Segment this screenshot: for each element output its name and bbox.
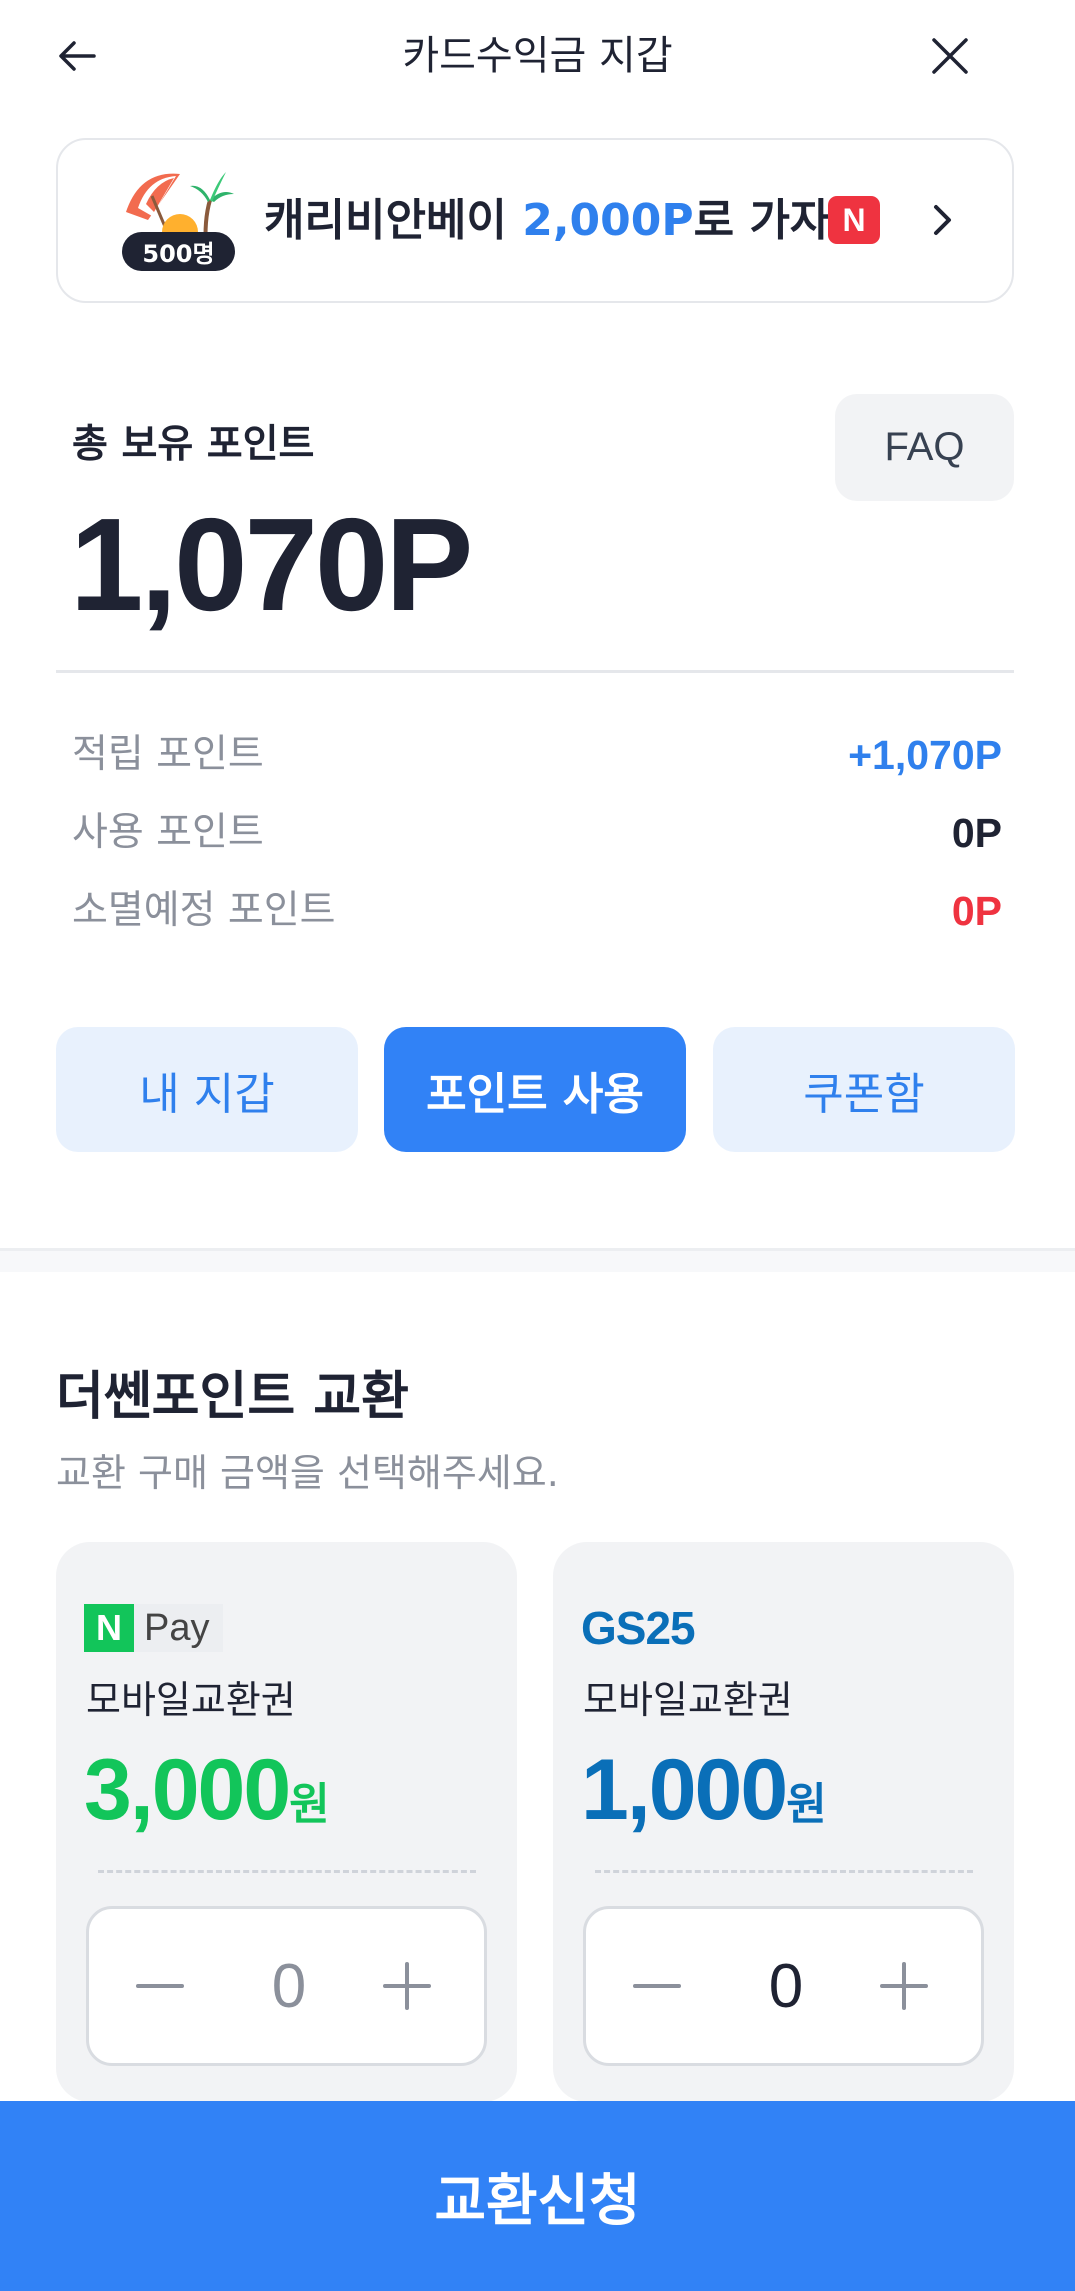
expiring-points-value: 0P	[951, 888, 1002, 934]
plus-icon	[383, 1962, 431, 2010]
npay-n-icon: N	[84, 1604, 134, 1652]
banner-text-highlight: 2,000P	[522, 195, 694, 246]
exchange-section-subtitle: 교환 구매 금액을 선택해주세요.	[56, 1451, 559, 1495]
faq-button[interactable]: FAQ	[835, 394, 1014, 501]
page-title: 카드수익금 지갑	[402, 33, 673, 79]
total-points-label: 총 보유 포인트	[72, 422, 315, 467]
increase-button[interactable]	[867, 1949, 941, 2023]
voucher-unit: 원	[289, 1779, 330, 1830]
used-points-value: 0P	[951, 810, 1002, 856]
use-points-button[interactable]: 포인트 사용	[384, 1027, 686, 1152]
banner-text-after: 로 가자!	[693, 195, 851, 246]
close-button[interactable]	[922, 28, 978, 84]
dashed-divider	[98, 1870, 476, 1873]
minus-icon	[633, 1984, 681, 1988]
divider	[56, 670, 1014, 673]
minus-icon	[136, 1984, 184, 1988]
app-header: 카드수익금 지갑	[0, 0, 1075, 110]
quantity-stepper: 0	[583, 1906, 984, 2066]
exchange-section-title: 더쎈포인트 교환	[56, 1367, 409, 1427]
quantity-value: 0	[271, 1952, 307, 2021]
exchange-request-button[interactable]: 교환신청	[0, 2101, 1075, 2291]
decrease-button[interactable]	[123, 1949, 197, 2023]
gs25-logo-text: GS25	[581, 1602, 696, 1654]
earned-points-label: 적립 포인트	[72, 732, 264, 777]
total-points-value: 1,070P	[70, 491, 473, 638]
chevron-right-icon	[920, 198, 964, 242]
npay-pay-text: Pay	[134, 1604, 224, 1652]
voucher-amount: 1,000	[581, 1742, 788, 1838]
gs25-logo: GS25	[581, 1602, 696, 1654]
banner-text-before: 캐리비안베이	[264, 195, 523, 246]
voucher-price: 1,000원	[581, 1742, 827, 1862]
promo-banner[interactable]: 500명 캐리비안베이 2,000P로 가자! N	[56, 138, 1014, 303]
expiring-points-label: 소멸예정 포인트	[72, 888, 336, 933]
expiring-points-row: 소멸예정 포인트 0P	[72, 883, 1002, 939]
naver-n-badge: N	[828, 196, 880, 244]
earned-points-value: +1,070P	[848, 732, 1002, 778]
used-points-row: 사용 포인트 0P	[72, 805, 1002, 861]
coupon-box-button[interactable]: 쿠폰함	[713, 1027, 1015, 1152]
used-points-label: 사용 포인트	[72, 810, 264, 855]
voucher-amount: 3,000	[84, 1742, 291, 1838]
quantity-stepper: 0	[86, 1906, 487, 2066]
npay-logo: N Pay	[84, 1602, 224, 1654]
decrease-button[interactable]	[620, 1949, 694, 2023]
voucher-unit: 원	[786, 1779, 827, 1830]
dashed-divider	[595, 1870, 973, 1873]
earned-points-row: 적립 포인트 +1,070P	[72, 727, 1002, 783]
quantity-value: 0	[768, 1952, 804, 2021]
plus-icon	[880, 1962, 928, 2010]
participants-badge: 500명	[122, 232, 235, 271]
voucher-name: 모바일교환권	[86, 1678, 296, 1722]
my-wallet-button[interactable]: 내 지갑	[56, 1027, 358, 1152]
increase-button[interactable]	[370, 1949, 444, 2023]
close-icon	[932, 38, 968, 74]
gs25-voucher-card[interactable]: GS25 모바일교환권 1,000원 0	[553, 1542, 1014, 2102]
voucher-name: 모바일교환권	[583, 1678, 793, 1722]
section-separator	[0, 1248, 1075, 1272]
voucher-price: 3,000원	[84, 1742, 330, 1862]
banner-text: 캐리비안베이 2,000P로 가자!	[264, 192, 850, 250]
npay-voucher-card[interactable]: N Pay 모바일교환권 3,000원 0	[56, 1542, 517, 2102]
